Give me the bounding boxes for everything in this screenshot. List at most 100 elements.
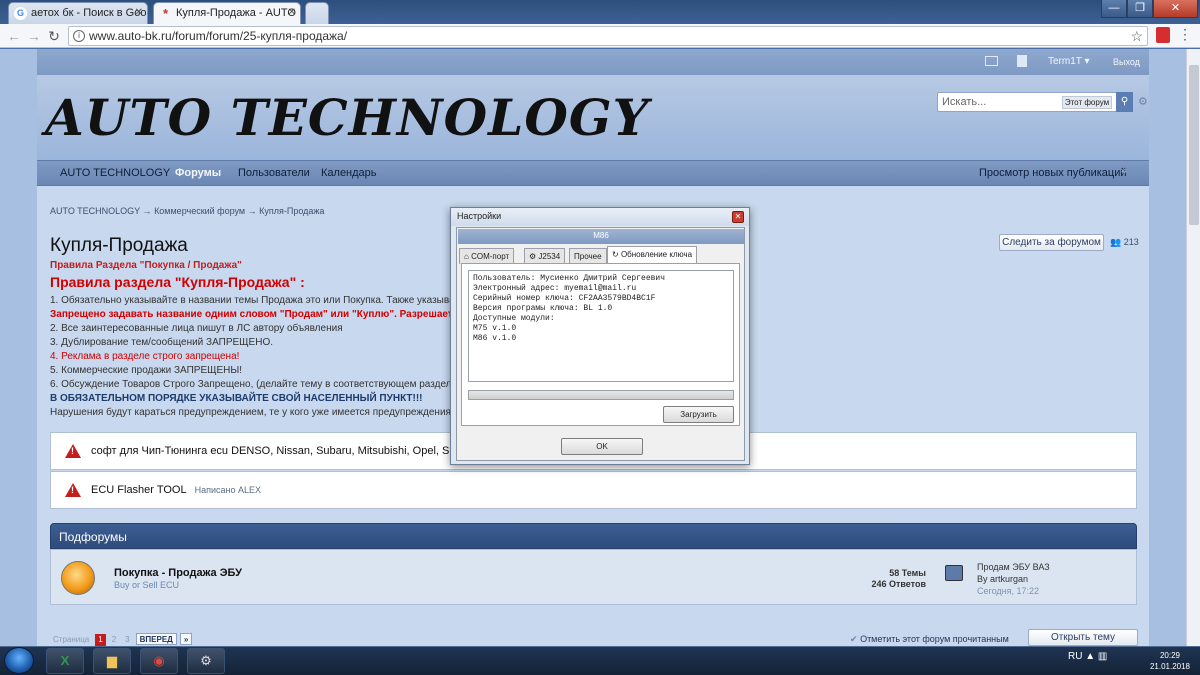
address-bar[interactable]: i www.auto-bk.ru/forum/forum/25-купля-пр… [68, 26, 1148, 46]
start-button[interactable] [4, 647, 34, 674]
key-info-textarea[interactable]: Пользователь: Мусиенко Дмитрий Сергеевич… [468, 270, 734, 382]
subforum-description: Buy or Sell ECU [114, 580, 180, 590]
tray-expand-icon[interactable]: ▲ [1085, 651, 1095, 662]
follow-forum-button[interactable]: Следить за форумом [999, 234, 1104, 251]
breadcrumb-item[interactable]: Коммерческий форум [154, 206, 245, 216]
close-icon[interactable]: ✕ [732, 211, 744, 223]
network-icon[interactable]: ▥ [1098, 651, 1107, 662]
forward-button[interactable]: → [26, 28, 42, 44]
close-tab-icon[interactable]: ✕ [288, 7, 296, 18]
breadcrumb-arrow-icon: → [247, 206, 260, 216]
next-page-button[interactable]: ВПЕРЕД [135, 633, 177, 645]
breadcrumb-item[interactable]: Купля-Продажа [259, 206, 324, 216]
tab-com-port[interactable]: ⌂ COM-порт [459, 248, 515, 264]
key-info-line: M75 v.1.0 [473, 324, 517, 333]
mark-read-link[interactable]: ✔ Отметить этот форум прочитанным [850, 634, 1009, 645]
username-menu[interactable]: Term1T ▾ [1048, 56, 1090, 67]
search-box[interactable]: Искать... Этот форум ⚲ [937, 92, 1133, 112]
new-posts-link[interactable]: Просмотр новых публикаций [979, 167, 1127, 179]
page-scrollbar[interactable] [1186, 49, 1200, 646]
tab-other[interactable]: Прочее [569, 248, 607, 264]
key-info-line: Доступные модули: [473, 314, 555, 323]
key-info-line: Пользователь: Мусиенко Дмитрий Сергеевич [473, 274, 666, 283]
language-indicator[interactable]: RU [1068, 651, 1082, 662]
messages-icon[interactable] [985, 56, 998, 66]
search-input[interactable]: Искать... [942, 96, 986, 108]
site-logo[interactable]: AUTO TECHNOLOGY [45, 88, 649, 147]
bookmark-star-icon[interactable]: ☆ [1130, 28, 1143, 45]
browser-tab-forum[interactable]: * Купля-Продажа - AUTO ✕ [153, 2, 301, 24]
thread-row[interactable]: ECU Flasher TOOLНаписано ALEX [50, 471, 1137, 509]
search-scope-select[interactable]: Этот форум [1062, 96, 1112, 109]
plug-icon: ⌂ [464, 252, 469, 261]
logout-link[interactable]: Выход [1113, 57, 1140, 67]
page-subtitle: Правила Раздела "Покупка / Продажа" [50, 260, 242, 271]
chrome-icon[interactable]: ◉ [140, 648, 178, 674]
breadcrumb-item[interactable]: AUTO TECHNOLOGY [50, 206, 140, 216]
load-button[interactable]: Загрузить [663, 406, 734, 423]
minimize-window-button[interactable]: — [1101, 0, 1127, 18]
tab-key-update[interactable]: ↻ Обновление ключа [607, 246, 698, 264]
close-window-button[interactable]: ✕ [1153, 0, 1198, 18]
progress-bar [468, 390, 734, 400]
forum-status-icon [61, 561, 95, 595]
browser-tab-search[interactable]: G аетох бк - Поиск в Goo ✕ [8, 2, 148, 24]
rule-line: Нарушения будут караться предупреждением… [50, 407, 460, 418]
back-button[interactable]: ← [6, 28, 22, 44]
nav-item-forums[interactable]: Форумы [175, 167, 221, 179]
key-info-line: Серийный номер ключа: CF2AA3579BD4BC1F [473, 294, 656, 303]
key-info-line: Версия програмы ключа: BL 1.0 [473, 304, 613, 313]
subforums-heading: Подфорумы [50, 523, 1137, 549]
last-page-button[interactable]: » [179, 633, 193, 645]
breadcrumb-arrow-icon: → [142, 206, 155, 216]
tab-title: аетох бк - Поиск в Goo [31, 7, 147, 19]
rule-line: 1. Обязательно указывайте в названии тем… [50, 295, 455, 306]
file-explorer-icon[interactable]: ▆ [93, 648, 131, 674]
subforum-row[interactable]: Покупка - Продажа ЭБУ Buy or Sell ECU 58… [50, 549, 1137, 605]
scrollbar-thumb[interactable] [1189, 65, 1199, 225]
page-link[interactable]: 3 [122, 634, 132, 646]
thread-title[interactable]: софт для Чип-Тюнинга ecu DENSO, Nissan, … [91, 445, 467, 457]
page-title: Купля-Продажа [50, 235, 188, 256]
nav-item-home[interactable]: AUTO TECHNOLOGY [60, 167, 170, 179]
dialog-title: Настройки [451, 208, 749, 226]
settings-dialog: Настройки ✕ M86 ⌂ COM-порт ⚙ J2534 Проче… [450, 207, 750, 465]
nav-item-members[interactable]: Пользователи [238, 167, 310, 179]
page-link-current[interactable]: 1 [95, 634, 106, 646]
notifications-icon[interactable] [1017, 55, 1027, 67]
thread-title[interactable]: ECU Flasher TOOL Написано ALEX [91, 484, 261, 496]
gear-icon[interactable]: ⚙ [1138, 95, 1148, 108]
last-post: Продам ЭБУ ВАЗ By artkurgan Сегодня, 17:… [977, 561, 1050, 597]
taskbar-clock[interactable]: 20:29 21.01.2018 [1140, 650, 1200, 672]
browser-toolbar: ← → ↻ i www.auto-bk.ru/forum/forum/25-ку… [0, 24, 1200, 48]
ok-button[interactable]: OK [561, 438, 643, 455]
nav-item-calendar[interactable]: Календарь [321, 167, 377, 179]
url-text: www.auto-bk.ru/forum/forum/25-купля-прод… [89, 29, 348, 43]
followers-count[interactable]: 👥 213 [1110, 237, 1139, 248]
search-icon[interactable]: ⚲ [1116, 92, 1133, 112]
warning-icon [65, 444, 81, 458]
menu-icon[interactable]: ⋮ [1178, 26, 1192, 43]
subforum-title[interactable]: Покупка - Продажа ЭБУ [114, 567, 242, 579]
last-post-title[interactable]: Продам ЭБУ ВАЗ [977, 562, 1050, 572]
refresh-icon: ↻ [612, 250, 619, 259]
extension-icon[interactable] [1156, 27, 1170, 43]
new-thread-button[interactable]: Открыть тему [1028, 629, 1138, 646]
ecu-tool-icon[interactable]: ⚙ [187, 648, 225, 674]
breadcrumb: AUTO TECHNOLOGY → Коммерческий форум → К… [50, 206, 324, 216]
user-avatar[interactable] [945, 565, 963, 581]
page-link[interactable]: 2 [109, 634, 119, 646]
followers-icon: 👥 [1110, 237, 1122, 247]
tab-j2534[interactable]: ⚙ J2534 [524, 248, 566, 264]
site-info-icon[interactable]: i [73, 30, 85, 42]
rule-line: 2. Все заинтересованные лица пишут в ЛС … [50, 323, 343, 334]
cable-icon: ⚙ [529, 252, 537, 261]
restore-window-button[interactable]: ❐ [1127, 0, 1153, 18]
new-tab-button[interactable] [305, 2, 329, 24]
excel-icon[interactable]: X [46, 648, 84, 674]
reload-button[interactable]: ↻ [46, 28, 62, 44]
close-tab-icon[interactable]: ✕ [135, 7, 143, 18]
device-label: M86 [458, 229, 744, 244]
dialog-body: M86 ⌂ COM-порт ⚙ J2534 Прочее ↻ Обновлен… [456, 227, 745, 461]
last-post-author[interactable]: By artkurgan [977, 574, 1028, 584]
